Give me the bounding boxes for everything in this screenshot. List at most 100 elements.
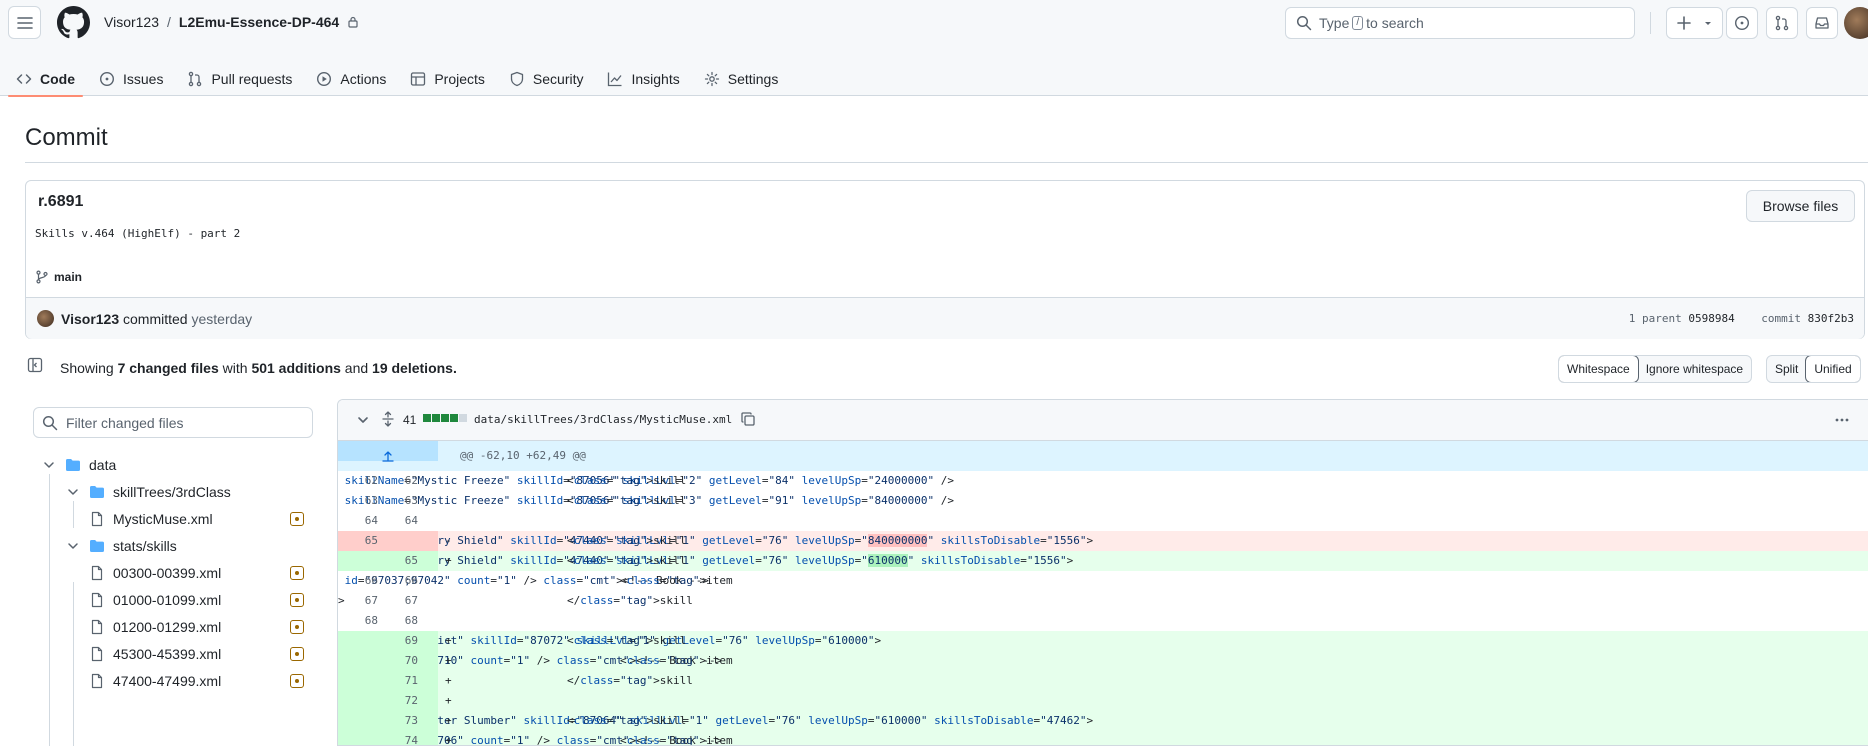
commit-card: r.6891 Browse files Skills v.464 (HighEl… (25, 180, 1865, 339)
chevron-down-icon[interactable] (41, 457, 57, 473)
author-link[interactable]: Visor123 (61, 311, 119, 327)
additions-count: 501 additions (251, 360, 341, 376)
hunk-header: @@ -62,10 +62,49 @@ (338, 441, 1868, 471)
repo-nav-tabs: Code Issues Pull requests Actions Projects Se… (0, 54, 787, 97)
chevron-down-icon[interactable] (65, 484, 81, 500)
old-line-number[interactable]: 68 (338, 611, 378, 631)
tab-issues[interactable]: Issues (91, 54, 171, 96)
diff-line-context: 66 66 <class="tag">item id="97037;97042" … (338, 571, 1868, 591)
author-avatar[interactable] (37, 310, 54, 327)
chevron-down-icon[interactable] (355, 412, 371, 428)
sidebar-collapse-icon[interactable] (27, 357, 43, 373)
tab-settings[interactable]: Settings (696, 54, 787, 96)
tree-file-label: 45300-45399.xml (113, 646, 222, 662)
file-icon (91, 592, 103, 608)
menu-button[interactable] (8, 6, 41, 39)
user-avatar[interactable] (1844, 7, 1868, 39)
diff-marker: + (445, 674, 452, 687)
create-new-button[interactable] (1666, 7, 1723, 39)
tab-insights[interactable]: Insights (599, 54, 687, 96)
diff-line-added: 65+ <class="tag">skill skillName="Faery … (338, 551, 1868, 571)
issue-opened-icon (1734, 15, 1750, 31)
new-line-number[interactable]: 72 (378, 691, 418, 711)
new-line-number[interactable]: 68 (378, 611, 418, 631)
new-line-number[interactable]: 63 (378, 491, 418, 511)
old-line-number[interactable]: 66 (338, 571, 378, 591)
search-input[interactable]: Type / to search (1285, 7, 1635, 39)
line-code: <class="tag">skill (461, 554, 687, 567)
new-line-number[interactable]: 66 (378, 571, 418, 591)
line-code: <class="tag">item (461, 574, 733, 587)
diff-summary-bar: Showing 7 changed files with 501 additio… (25, 355, 1868, 383)
owner-link[interactable]: Visor123 (104, 14, 159, 30)
file-icon (91, 646, 103, 662)
summary-and: and (344, 360, 369, 376)
old-line-number[interactable]: 63 (338, 491, 378, 511)
tab-label: Code (40, 70, 75, 87)
new-line-number[interactable]: 64 (378, 511, 418, 531)
new-line-number[interactable]: 65 (378, 551, 418, 571)
unfold-icon[interactable] (380, 411, 396, 427)
whitespace-button[interactable]: Whitespace (1559, 356, 1639, 382)
repo-link[interactable]: L2Emu-Essence-DP-464 (179, 14, 339, 30)
graph-icon (608, 72, 622, 86)
git-branch-icon (36, 270, 48, 284)
filter-files-input[interactable]: Filter changed files (33, 407, 313, 438)
file-icon (91, 511, 103, 527)
diff-line-added: 69+ <class="tag">skill skillName="Relict… (338, 631, 1868, 651)
tab-label: Settings (727, 70, 779, 87)
commit-meta: Visor123 committed yesterday 1 parent 05… (26, 297, 1864, 339)
chevron-down-icon[interactable] (65, 538, 81, 554)
inbox-button[interactable] (1806, 7, 1838, 39)
ignore-whitespace-button[interactable]: Ignore whitespace (1638, 356, 1751, 382)
hunk-range: @@ -62,10 +62,49 @@ (460, 449, 586, 462)
tab-security[interactable]: Security (501, 54, 592, 96)
diff-summary: Showing 7 changed files with 501 additio… (60, 360, 457, 376)
parent-label: 1 parent (1628, 312, 1682, 325)
line-code: <class="tag">skill (461, 714, 687, 727)
tree-file[interactable]: 47400-47499.xml (89, 665, 221, 697)
pull-requests-button[interactable] (1766, 7, 1798, 39)
old-line-number[interactable]: 62 (338, 471, 378, 491)
parent-sha-link[interactable]: 0598984 (1688, 312, 1734, 325)
diffstat-block (459, 414, 467, 422)
old-line-number[interactable]: 65 (338, 531, 378, 551)
new-line-number[interactable]: 74 (378, 731, 418, 745)
new-line-number[interactable]: 70 (378, 651, 418, 671)
new-line-number[interactable]: 73 (378, 711, 418, 731)
line-code: </class="tag">skill (461, 674, 693, 687)
diff-file-path[interactable]: data/skillTrees/3rdClass/MysticMuse.xml (474, 413, 732, 426)
new-line-number[interactable]: 62 (378, 471, 418, 491)
diffstat-block (441, 414, 449, 422)
new-line-number[interactable]: 67 (378, 591, 418, 611)
file-modified-icon (290, 647, 304, 661)
tab-projects[interactable]: Projects (402, 54, 493, 96)
new-line-number[interactable]: 69 (378, 631, 418, 651)
file-modified-icon (290, 512, 304, 526)
old-line-number[interactable]: 64 (338, 511, 378, 531)
copy-icon[interactable] (740, 411, 756, 427)
commit-sha: 830f2b3 (1807, 312, 1854, 325)
folder-icon (90, 486, 104, 498)
tab-label: Security (532, 70, 584, 87)
tab-code[interactable]: Code (8, 54, 83, 97)
github-logo-icon[interactable] (57, 6, 90, 39)
browse-files-button[interactable]: Browse files (1746, 190, 1855, 222)
tree-indent-guide (73, 582, 74, 746)
tab-actions[interactable]: Actions (308, 54, 394, 96)
header-divider (1650, 12, 1651, 34)
new-line-number[interactable]: 71 (378, 671, 418, 691)
old-line-number[interactable]: 67 (338, 591, 378, 611)
line-code: <class="tag">item (461, 734, 733, 746)
line-code: <class="tag">skill (461, 474, 687, 487)
inbox-icon (1815, 17, 1829, 29)
split-view-button[interactable]: Split (1767, 356, 1806, 382)
issues-button[interactable] (1726, 7, 1758, 39)
kebab-horizontal-icon[interactable] (1834, 412, 1850, 428)
expand-up-icon[interactable] (380, 449, 396, 463)
file-modified-icon (290, 566, 304, 580)
tab-pull-requests[interactable]: Pull requests (179, 54, 300, 96)
changed-files-count[interactable]: 7 changed files (118, 360, 219, 376)
unified-view-button[interactable]: Unified (1805, 356, 1860, 382)
branch-label[interactable]: main (35, 270, 82, 284)
